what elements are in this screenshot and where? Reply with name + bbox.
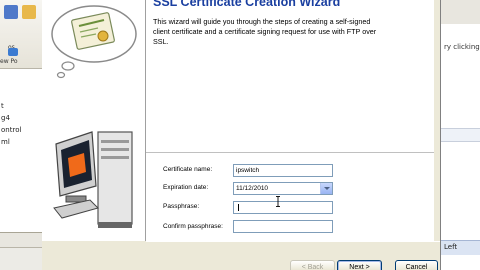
passphrase-field[interactable] [233, 201, 333, 214]
wizard-side-banner [42, 0, 146, 241]
cancel-button[interactable]: Cancel [395, 260, 438, 270]
new-post-icon[interactable] [8, 48, 18, 56]
background-tree: t g4 ontrol ml [0, 100, 42, 148]
combo-arrow-icon[interactable] [320, 183, 332, 194]
certificate-name-field[interactable]: ipswitch [233, 164, 333, 177]
passphrase-label: Passphrase: [163, 203, 200, 210]
wizard-button-bar: < Back Next > Cancel [146, 241, 440, 270]
background-status-row: Left [441, 240, 480, 255]
back-button[interactable]: < Back [290, 260, 335, 270]
text-cursor-icon [276, 196, 280, 207]
toolbar-label: ew Po [0, 58, 18, 65]
background-hint-text: ry clicking [444, 43, 480, 51]
dialog-right-edge [434, 0, 440, 241]
ssl-wizard-dialog: SSL Certificate Creation Wizard This wiz… [42, 0, 440, 270]
wizard-description: This wizard will guide you through the s… [153, 17, 377, 46]
tree-item[interactable]: g4 [0, 112, 42, 124]
tree-item[interactable]: ontrol [0, 124, 42, 136]
certificate-name-value: ipswitch [236, 167, 260, 174]
background-app-left-panel: os ew Po t g4 ontrol ml [0, 0, 43, 270]
tree-item[interactable]: t [0, 100, 42, 112]
wizard-title: SSL Certificate Creation Wizard [153, 0, 341, 9]
background-header [441, 0, 480, 24]
background-status-bar [0, 247, 42, 270]
text-caret [238, 204, 239, 211]
confirm-passphrase-label: Confirm passphrase: [163, 223, 223, 230]
background-tab-strip[interactable] [0, 232, 42, 247]
background-app-right-panel: ry clicking Left [440, 0, 480, 270]
computer-icon [53, 131, 133, 228]
tree-item[interactable]: ml [0, 136, 42, 148]
certificate-cloud-icon [51, 5, 137, 79]
next-button[interactable]: Next > [337, 260, 382, 270]
toolbar-icon[interactable] [22, 5, 36, 19]
confirm-passphrase-field[interactable] [233, 220, 333, 233]
toolbar-icon[interactable] [4, 5, 18, 19]
background-status-text: Left [444, 243, 458, 251]
wizard-content: SSL Certificate Creation Wizard This wiz… [146, 0, 434, 241]
certificate-name-label: Certificate name: [163, 166, 213, 173]
expiration-date-value: 11/12/2010 [236, 185, 269, 192]
expiration-date-label: Expiration date: [163, 184, 209, 191]
expiration-date-picker[interactable]: 11/12/2010 [233, 182, 333, 195]
section-divider [146, 152, 434, 153]
background-row[interactable] [441, 128, 480, 142]
background-toolbar: os ew Po [0, 0, 42, 69]
